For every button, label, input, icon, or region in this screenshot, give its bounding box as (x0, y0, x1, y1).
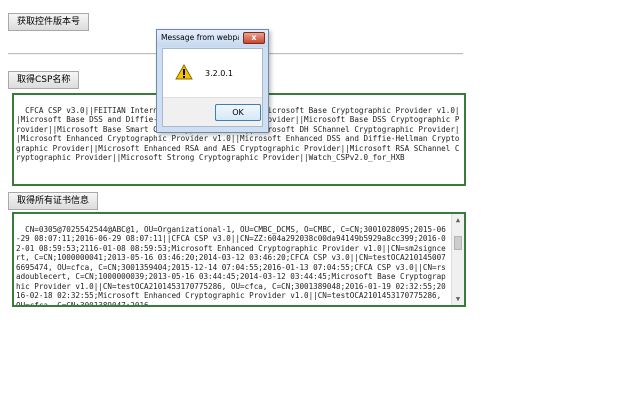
ok-button[interactable]: OK (215, 104, 261, 121)
vertical-scrollbar[interactable]: ▲ ▼ (451, 214, 464, 305)
get-csp-button[interactable]: 取得CSP名称 (8, 71, 80, 89)
cert-list-textarea[interactable]: CN=0305@7025542544@ABC@1, OU=Organizatio… (12, 212, 466, 307)
scroll-down-arrow-icon[interactable]: ▼ (452, 293, 464, 305)
get-version-button[interactable]: 获取控件版本号 (8, 13, 90, 31)
scroll-thumb[interactable] (454, 236, 462, 250)
dialog-title: Message from webpa... (161, 33, 239, 42)
dialog-footer: OK (163, 97, 262, 126)
alert-dialog: Message from webpa... x 3.2.0.1 OK (156, 29, 269, 133)
dialog-titlebar[interactable]: Message from webpa... x (157, 30, 268, 47)
scroll-up-arrow-icon[interactable]: ▲ (452, 214, 464, 226)
dialog-body: 3.2.0.1 OK (162, 48, 263, 127)
close-icon[interactable]: x (243, 32, 265, 44)
cert-list-text: CN=0305@7025542544@ABC@1, OU=Organizatio… (16, 224, 446, 307)
dialog-message: 3.2.0.1 (205, 69, 233, 78)
get-certs-button[interactable]: 取得所有证书信息 (8, 192, 99, 210)
warning-icon (175, 64, 193, 80)
